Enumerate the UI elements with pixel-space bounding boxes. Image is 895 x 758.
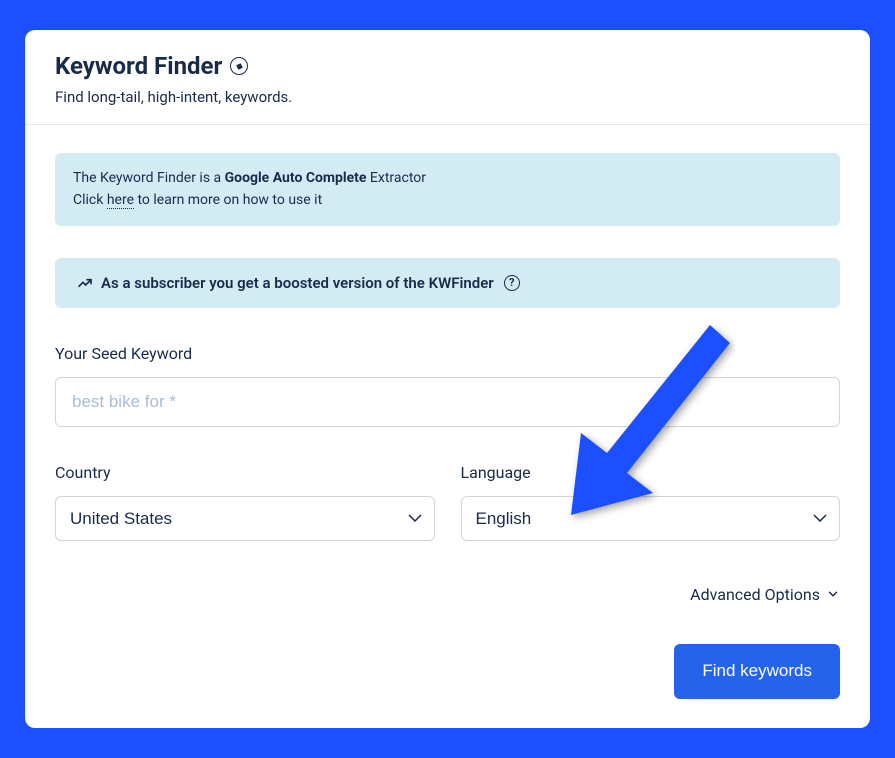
subscriber-text: As a subscriber you get a boosted versio… xyxy=(101,274,494,292)
language-label: Language xyxy=(461,463,841,482)
chevron-down-icon xyxy=(826,587,840,601)
country-label: Country xyxy=(55,463,435,482)
country-select[interactable]: United States xyxy=(55,496,435,541)
advanced-label: Advanced Options xyxy=(690,585,820,604)
info-line2-prefix: Click xyxy=(73,192,107,208)
trending-up-icon xyxy=(77,275,93,291)
info-prefix: The Keyword Finder is a xyxy=(73,170,225,186)
language-select[interactable]: English xyxy=(461,496,841,541)
card-header: Keyword Finder Find long-tail, high-inte… xyxy=(25,30,870,125)
advanced-row: Advanced Options xyxy=(55,585,840,604)
here-link[interactable]: here xyxy=(107,192,134,209)
info-bold: Google Auto Complete xyxy=(225,170,367,186)
advanced-options-link[interactable]: Advanced Options xyxy=(690,585,840,604)
title-row: Keyword Finder xyxy=(55,52,840,80)
keyword-finder-card: Keyword Finder Find long-tail, high-inte… xyxy=(25,30,870,728)
page-title: Keyword Finder xyxy=(55,52,222,80)
help-icon[interactable] xyxy=(504,275,520,291)
seed-keyword-input[interactable] xyxy=(55,377,840,427)
button-row: Find keywords xyxy=(55,644,840,699)
seed-keyword-label: Your Seed Keyword xyxy=(55,344,840,363)
info-line-1: The Keyword Finder is a Google Auto Comp… xyxy=(73,167,822,189)
page-subtitle: Find long-tail, high-intent, keywords. xyxy=(55,88,840,106)
find-keywords-button[interactable]: Find keywords xyxy=(674,644,840,699)
language-group: Language English xyxy=(461,463,841,541)
info-line-2: Click here to learn more on how to use i… xyxy=(73,189,822,211)
country-group: Country United States xyxy=(55,463,435,541)
info-banner: The Keyword Finder is a Google Auto Comp… xyxy=(55,153,840,226)
info-line2-suffix: to learn more on how to use it xyxy=(134,192,322,208)
subscriber-banner: As a subscriber you get a boosted versio… xyxy=(55,258,840,308)
compass-icon xyxy=(230,57,248,75)
card-body: The Keyword Finder is a Google Auto Comp… xyxy=(25,125,870,727)
selects-row: Country United States Language English xyxy=(55,463,840,541)
info-suffix: Extractor xyxy=(366,170,426,186)
